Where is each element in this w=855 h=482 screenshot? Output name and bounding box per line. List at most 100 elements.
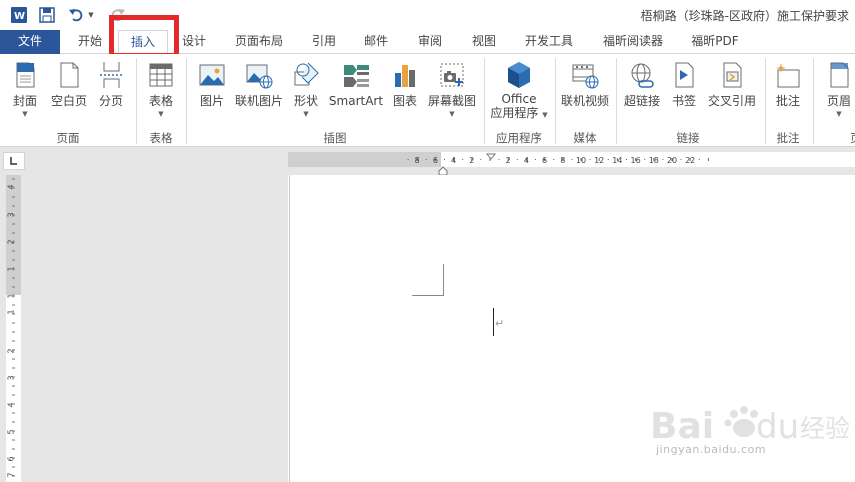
ruler-label: 4	[524, 156, 529, 165]
ruler-label: 10	[576, 156, 586, 165]
picture-label: 图片	[199, 94, 224, 108]
group-label-illustrations: 插图	[323, 131, 347, 145]
comment-button[interactable]: 批注	[769, 60, 807, 124]
online-video-button[interactable]: 联机视频	[559, 60, 611, 124]
smartart-button[interactable]: SmartArt	[328, 60, 384, 124]
group-separator	[616, 58, 617, 144]
picture-button[interactable]: 图片	[193, 60, 231, 124]
first-line-indent-marker[interactable]	[485, 150, 497, 164]
cover-page-label: 封面	[12, 94, 37, 108]
page-break-icon	[100, 62, 123, 88]
tab-selector[interactable]	[3, 152, 25, 170]
bookmark-label: 书签	[671, 94, 696, 108]
group-label-media: 媒体	[573, 131, 597, 145]
margin-corner-mark	[412, 264, 444, 296]
document-title: 梧桐路（珍珠路-区政府）施工保护要求	[640, 9, 849, 23]
table-button[interactable]: 表格 ▼	[142, 60, 180, 124]
group-label-links: 链接	[676, 131, 700, 145]
word-logo-icon[interactable]: W	[9, 5, 29, 25]
shapes-button[interactable]: 形状 ▼	[288, 60, 324, 124]
screenshot-label: 屏幕截图	[427, 94, 476, 108]
blank-page-icon	[60, 62, 79, 88]
tab-review[interactable]: 审阅	[408, 30, 452, 54]
cover-page-button[interactable]: 封面 ▼	[6, 60, 44, 124]
office-apps-label-text: 应用程序	[490, 106, 539, 120]
group-label-pages: 页面	[56, 131, 80, 145]
cross-reference-button[interactable]: 交叉引用	[704, 60, 760, 124]
screenshot-icon	[440, 63, 464, 87]
ribbon-insert: 封面 ▼ 空白页 分页 页面 表格 ▼ 表格 图片 联机图片 形状 ▼ Smar…	[0, 54, 855, 147]
cross-reference-icon	[723, 62, 742, 88]
chevron-down-icon: ▼	[836, 110, 842, 118]
horizontal-ruler-ticks: 8 6 4 2 2 4 6 8 10 12 14 16 18 20 22	[407, 156, 709, 165]
page-break-button[interactable]: 分页	[93, 60, 129, 124]
ruler-label: 4	[7, 184, 16, 189]
ruler-label: 7	[7, 472, 16, 477]
smartart-label: SmartArt	[328, 94, 384, 108]
hyperlink-button[interactable]: 超链接	[620, 60, 664, 124]
online-picture-icon	[246, 64, 273, 89]
shapes-label: 形状	[293, 94, 318, 108]
svg-text:du: du	[756, 407, 799, 447]
chevron-down-icon: ▼	[158, 110, 164, 118]
text-cursor	[493, 308, 494, 336]
chart-label: 图表	[392, 94, 417, 108]
svg-text:经验: 经验	[800, 414, 850, 443]
header-label: 页眉	[826, 94, 851, 108]
save-icon[interactable]	[37, 5, 57, 25]
tab-references[interactable]: 引用	[302, 30, 346, 54]
online-video-icon	[572, 64, 599, 89]
ruler-label: 2	[506, 156, 511, 165]
ruler-label: 6	[542, 156, 547, 165]
ruler-label: 22	[685, 156, 695, 165]
tab-foxit-pdf[interactable]: 福昕PDF	[682, 30, 748, 54]
ruler-label: 6	[433, 156, 438, 165]
ruler-label: 6	[7, 456, 16, 461]
online-video-label: 联机视频	[560, 94, 609, 108]
ruler-label: 16	[631, 156, 641, 165]
watermark-url: jingyan.baidu.com	[656, 443, 767, 456]
baidu-jingyan-logo: Bai du 经验	[650, 406, 850, 447]
ruler-label: 12	[594, 156, 604, 165]
group-separator	[136, 58, 137, 144]
tab-foxit-reader[interactable]: 福昕阅读器	[594, 30, 672, 54]
bookmark-button[interactable]: 书签	[666, 60, 702, 124]
group-label-header-footer: 页	[850, 130, 855, 146]
tab-developer[interactable]: 开发工具	[514, 30, 584, 54]
group-label-tables: 表格	[149, 131, 173, 145]
ruler-label: 4	[451, 156, 456, 165]
ruler-label: 14	[612, 156, 622, 165]
chart-icon	[395, 65, 415, 87]
undo-dropdown-icon[interactable]: ▼	[86, 5, 96, 25]
ruler-label: 8	[560, 156, 565, 165]
vertical-ruler-ticks: 432111234567	[7, 178, 16, 478]
insert-tab-highlight-box	[109, 15, 179, 58]
group-separator	[484, 58, 485, 144]
group-label-apps: 应用程序	[496, 131, 542, 145]
undo-icon[interactable]	[66, 5, 86, 25]
chart-button[interactable]: 图表	[386, 60, 424, 124]
blank-page-label: 空白页	[50, 94, 87, 108]
online-picture-button[interactable]: 联机图片	[233, 60, 285, 124]
group-separator	[813, 58, 814, 144]
hyperlink-label: 超链接	[623, 94, 660, 108]
blank-page-button[interactable]: 空白页	[47, 60, 91, 124]
comment-icon	[776, 63, 800, 88]
screenshot-button[interactable]: 屏幕截图 ▼	[426, 60, 478, 124]
group-separator	[765, 58, 766, 144]
online-picture-label: 联机图片	[234, 94, 283, 108]
tab-view[interactable]: 视图	[462, 30, 506, 54]
chevron-down-icon: ▼	[449, 110, 455, 118]
office-apps-button[interactable]: Office 应用程序 ▼	[488, 60, 550, 124]
ruler-label: 2	[469, 156, 474, 165]
tab-file[interactable]: 文件	[0, 30, 60, 54]
group-separator	[555, 58, 556, 144]
header-button[interactable]: 页眉 ▼	[820, 60, 855, 124]
shapes-icon	[294, 62, 319, 86]
tab-mailings[interactable]: 邮件	[354, 30, 398, 54]
group-label-comments: 批注	[776, 131, 800, 145]
office-apps-label-line2: 应用程序 ▼	[488, 106, 550, 122]
tab-page-layout[interactable]: 页面布局	[224, 30, 294, 54]
picture-icon	[199, 64, 225, 86]
ruler-label: 18	[649, 156, 659, 165]
